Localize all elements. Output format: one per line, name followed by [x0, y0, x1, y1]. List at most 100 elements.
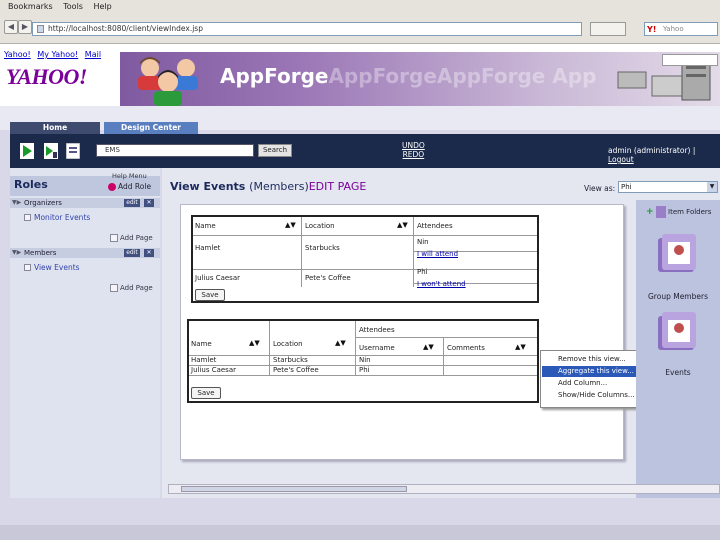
add-icon[interactable]: + — [646, 207, 654, 217]
table-cell: Julius Caesar — [191, 366, 236, 374]
sort-icon[interactable]: ▲▼ — [249, 339, 260, 347]
user-info: admin (administrator) | Logout — [608, 146, 720, 164]
chevron-down-icon[interactable]: ▼ — [707, 182, 717, 192]
close-icon[interactable]: ✕ — [144, 249, 154, 257]
save-button[interactable]: Save — [191, 387, 221, 399]
status-bar — [0, 525, 720, 540]
sort-icon[interactable]: ▲▼ — [397, 221, 408, 229]
tab-home[interactable]: Home — [10, 122, 100, 134]
menu-help[interactable]: Help — [94, 2, 112, 11]
undo-link[interactable]: UNDO — [402, 141, 425, 150]
sort-icon[interactable]: ▲▼ — [515, 343, 526, 351]
column-header: Location — [273, 340, 303, 348]
mail-link[interactable]: Mail — [85, 50, 101, 59]
group-name: Members — [24, 249, 57, 257]
menu-bookmarks[interactable]: Bookmarks — [8, 2, 53, 11]
menu-item-add-column[interactable]: Add Column... — [542, 378, 650, 389]
add-role-button[interactable]: Add Role — [108, 182, 151, 191]
page-icon — [24, 264, 31, 271]
table-view-2[interactable]: Name ▲▼ Location ▲▼ Attendees Username ▲… — [187, 319, 539, 403]
appforge-title: AppForgeAppForgeAppForge App — [220, 64, 596, 88]
divider — [189, 375, 537, 376]
yahoo-logo[interactable]: YAHOO! — [6, 64, 87, 90]
column-header: Name — [195, 222, 216, 230]
run-icon[interactable] — [20, 143, 34, 159]
folder-label: Events — [665, 368, 691, 377]
folder-icon[interactable] — [654, 230, 700, 276]
search-input[interactable]: EMS — [96, 144, 254, 157]
table-cell: Phi — [359, 366, 370, 374]
yahoo-links: Yahoo! My Yahoo! Mail — [4, 50, 105, 59]
table-view-1[interactable]: Name ▲▼ Location ▲▼ Attendees Hamlet Sta… — [191, 215, 539, 303]
user-label: admin (administrator) | — [608, 146, 696, 155]
table-cell: Phi — [417, 268, 428, 276]
divider — [443, 337, 444, 375]
edit-button[interactable]: edit — [124, 249, 140, 257]
logout-link[interactable]: Logout — [608, 155, 634, 164]
item-folders-header: + Item Folders — [646, 206, 711, 218]
table-cell: Hamlet — [191, 356, 217, 364]
edit-button[interactable]: edit — [124, 199, 140, 207]
table-cell: Nin — [359, 356, 371, 364]
add-page-button[interactable]: Add Page — [110, 234, 153, 242]
table-cell: Pete's Coffee — [273, 366, 319, 374]
browser-search-placeholder: Yahoo — [663, 25, 684, 33]
go-button[interactable] — [590, 22, 626, 36]
column-header: Attendees — [417, 222, 453, 230]
divider — [355, 321, 356, 375]
scroll-thumb[interactable] — [181, 486, 407, 492]
column-header: Location — [305, 222, 335, 230]
menu-item-remove-view[interactable]: Remove this view... — [542, 354, 650, 365]
browser-search-field[interactable]: Y! Yahoo — [644, 22, 718, 36]
document-icon[interactable] — [66, 143, 80, 159]
page-label: Monitor Events — [34, 213, 91, 222]
divider — [301, 217, 302, 287]
back-arrow-icon[interactable]: ◀ — [4, 20, 18, 34]
sort-icon[interactable]: ▲▼ — [285, 221, 296, 229]
group-organizers[interactable]: ▼▶ Organizers edit ✕ — [10, 198, 160, 208]
brand-ghost-text: AppForgeAppForge App — [328, 64, 597, 88]
sort-icon[interactable]: ▲▼ — [335, 339, 346, 347]
edit-page-link[interactable]: EDIT PAGE — [309, 180, 367, 193]
column-header: Comments — [447, 344, 485, 352]
people-icon — [138, 57, 198, 106]
save-button[interactable]: Save — [195, 289, 225, 301]
add-role-label: Add Role — [118, 182, 152, 191]
banner-search-field[interactable] — [662, 54, 718, 66]
page-icon — [24, 214, 31, 221]
folder-small-icon — [655, 206, 666, 218]
my-yahoo-link[interactable]: My Yahoo! — [37, 50, 78, 59]
tab-design-center[interactable]: Design Center — [104, 122, 198, 134]
redo-link[interactable]: REDO — [402, 150, 425, 159]
folder-label: Group Members — [648, 292, 708, 301]
menu-item-show-hide-columns[interactable]: Show/Hide Columns... — [542, 390, 650, 401]
close-icon[interactable]: ✕ — [144, 199, 154, 207]
help-menu-link[interactable]: Help Menu — [112, 172, 147, 180]
menu-tools[interactable]: Tools — [63, 2, 83, 11]
page-title: View Events (Members)EDIT PAGE — [170, 180, 366, 193]
horizontal-scrollbar[interactable] — [168, 484, 720, 494]
item-folders-label: Item Folders — [668, 208, 712, 216]
attend-link[interactable]: I won't attend — [417, 279, 466, 289]
address-bar[interactable]: http://localhost:8080/client/viewIndex.j… — [32, 22, 582, 36]
search-button[interactable]: Search — [258, 144, 292, 157]
menu-item-aggregate-view[interactable]: Aggregate this view... — [542, 366, 650, 377]
group-members[interactable]: ▼▶ Members edit ✕ — [10, 248, 160, 258]
forward-arrow-icon[interactable]: ▶ — [18, 20, 32, 34]
page-item-monitor-events[interactable]: Monitor Events — [10, 212, 160, 224]
page-canvas: Name ▲▼ Location ▲▼ Attendees Hamlet Sta… — [180, 204, 624, 460]
yahoo-link[interactable]: Yahoo! — [4, 50, 31, 59]
attend-link[interactable]: I will attend — [417, 249, 458, 259]
brand-text: AppForge — [220, 64, 329, 88]
view-title: View Events — [170, 180, 246, 193]
folder-icon[interactable] — [654, 308, 700, 354]
sort-icon[interactable]: ▲▼ — [423, 343, 434, 351]
view-as-select[interactable]: Phi ▼ — [618, 181, 718, 193]
page-item-view-events[interactable]: View Events — [10, 262, 160, 274]
add-page-button[interactable]: Add Page — [110, 284, 153, 292]
column-header: Name — [191, 340, 212, 348]
table-cell: Starbucks — [305, 244, 340, 252]
run-step-icon[interactable] — [44, 143, 58, 159]
group-name: Organizers — [24, 199, 62, 207]
divider — [193, 269, 537, 270]
